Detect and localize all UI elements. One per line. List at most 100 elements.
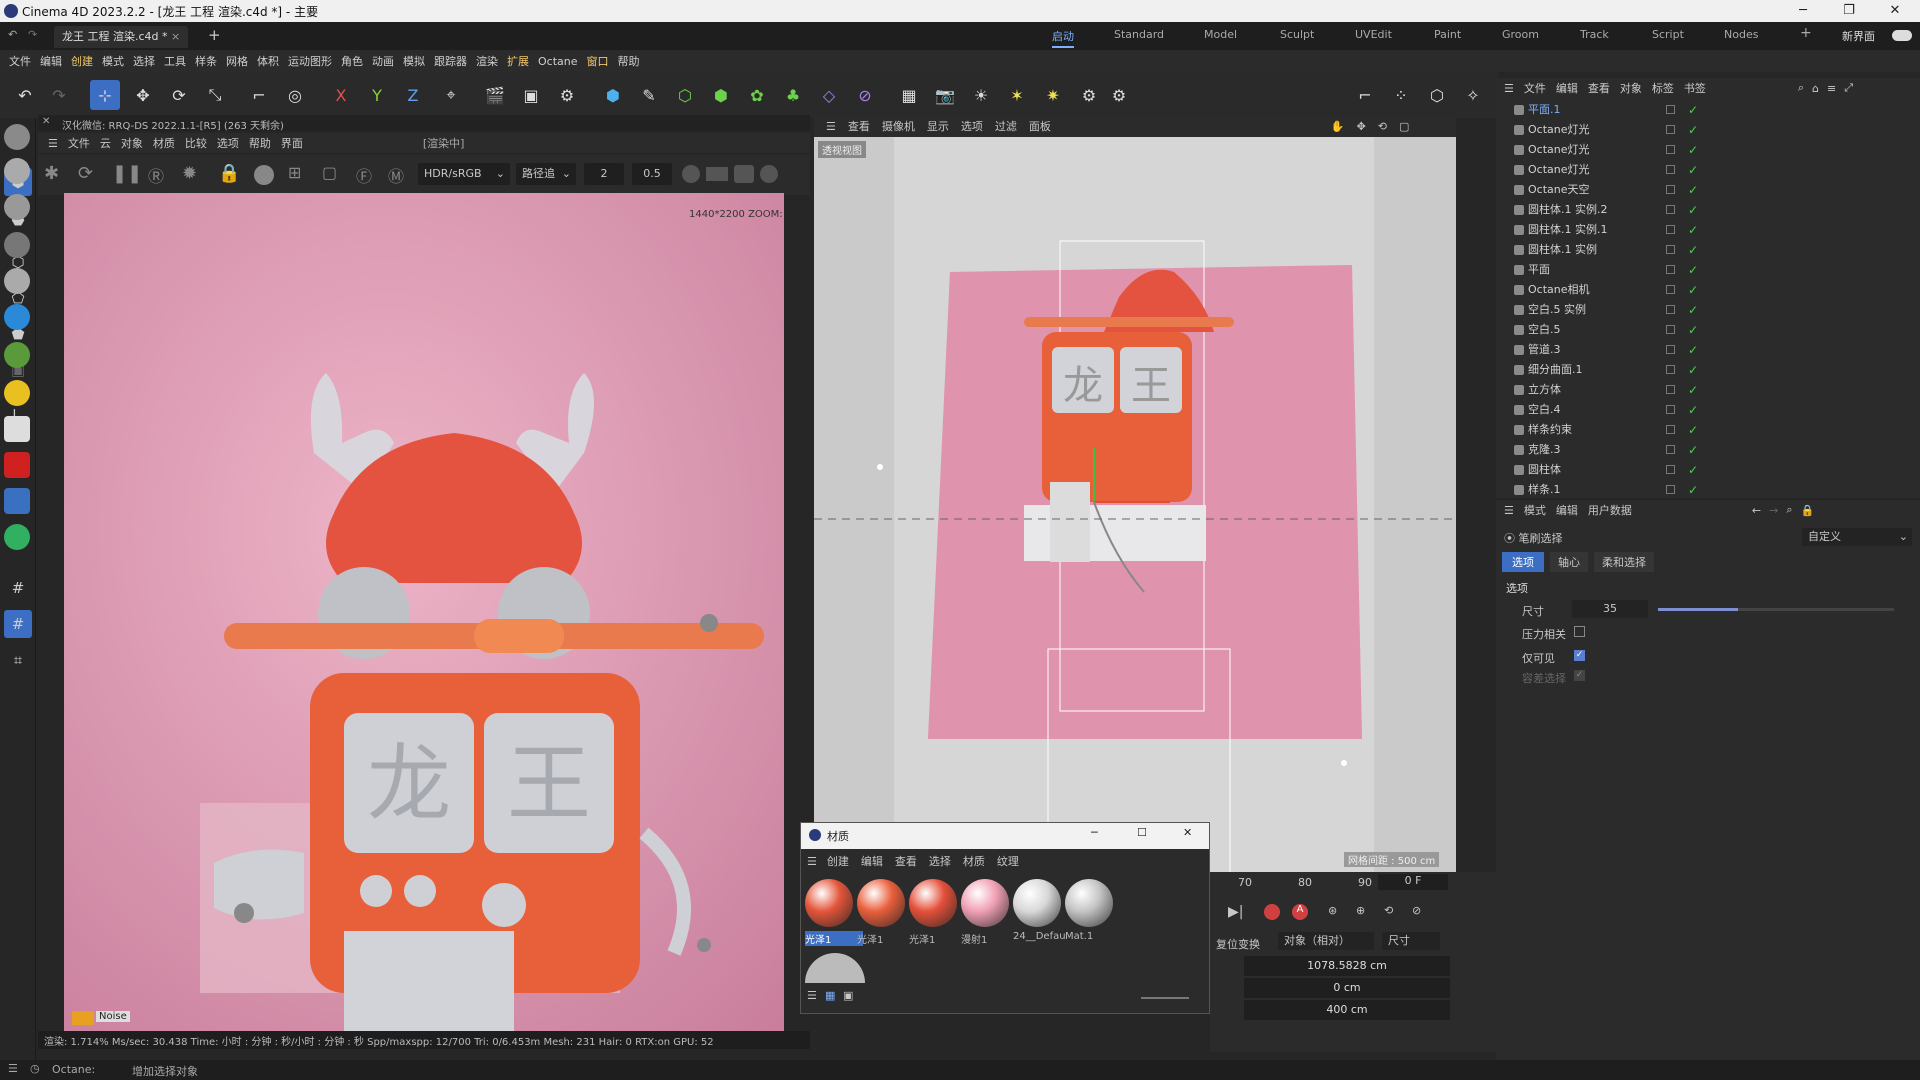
am-hamburger-icon[interactable]: ☰ <box>1504 504 1514 517</box>
tolerant-checkbox[interactable]: ✓ <box>1574 670 1585 681</box>
keyframe-icon[interactable]: ⊛ <box>1328 904 1337 917</box>
render-region-icon[interactable]: 🎬 <box>480 80 510 110</box>
mat-minimize-button[interactable]: ─ <box>1091 826 1098 839</box>
menu-octane[interactable]: Octane <box>538 55 578 68</box>
enabled-check-icon[interactable]: ✓ <box>1688 460 1698 480</box>
render-viewer-hamburger-icon[interactable]: ☰ <box>48 137 58 150</box>
option-icon-4[interactable] <box>760 165 778 183</box>
perspective-viewport[interactable]: 龙 王 透视视图 网格间距 : 500 cm <box>814 137 1456 872</box>
coord-mode-dropdown[interactable]: 对象（相对） <box>1278 932 1374 950</box>
status-menu-icon[interactable]: ☰ <box>8 1062 18 1075</box>
mat-hamburger-icon[interactable]: ☰ <box>807 855 817 868</box>
layout-tab-startup[interactable]: 启动 <box>1052 28 1074 48</box>
filter-m-icon[interactable]: Ⓜ <box>388 163 404 187</box>
mat-menu-select[interactable]: 选择 <box>929 853 951 869</box>
x-axis-toggle[interactable]: X <box>326 80 356 110</box>
coordinate-system-icon[interactable]: ⌐ <box>244 80 274 110</box>
enabled-check-icon[interactable]: ✓ <box>1688 200 1698 220</box>
field-icon[interactable]: ◇ <box>814 80 844 110</box>
visibility-toggle[interactable] <box>1666 325 1675 334</box>
record-icon[interactable] <box>1264 904 1280 920</box>
layout-tab-standard[interactable]: Standard <box>1114 28 1164 41</box>
object-row[interactable]: Octane灯光 ✓ <box>1496 160 1920 180</box>
value-a-field[interactable]: 2 <box>584 163 624 185</box>
edges-mode-icon[interactable]: ⬡ <box>1422 80 1452 110</box>
world-coords-icon[interactable]: ⌖ <box>436 80 466 110</box>
toggle-view-icon[interactable]: ▢ <box>1399 120 1409 133</box>
am-lock-icon[interactable]: 🔒 <box>1800 504 1814 517</box>
kernel-dropdown[interactable]: 路径追 ⌄ <box>516 163 576 185</box>
visibility-toggle[interactable] <box>1666 125 1675 134</box>
rv-menu-object[interactable]: 对象 <box>121 135 143 151</box>
object-row[interactable]: 样条约束 ✓ <box>1496 420 1920 440</box>
om-menu-view[interactable]: 查看 <box>1588 80 1610 96</box>
visibility-toggle[interactable] <box>1666 465 1675 474</box>
material-ball-partial[interactable] <box>805 953 865 983</box>
layout-tab-nodes[interactable]: Nodes <box>1724 28 1758 41</box>
am-back-icon[interactable]: ← <box>1752 504 1761 517</box>
maximize-button[interactable]: ❐ <box>1826 1 1872 21</box>
visibility-toggle[interactable] <box>1666 405 1675 414</box>
render-settings-gear-icon[interactable]: ✹ <box>182 163 197 184</box>
current-frame-field[interactable]: 0 F <box>1378 874 1448 890</box>
object-row[interactable]: 平面 ✓ <box>1496 260 1920 280</box>
menu-create[interactable]: 创建 <box>71 53 93 69</box>
size-slider-track[interactable] <box>1658 608 1894 611</box>
floor-icon[interactable]: ▦ <box>894 80 924 110</box>
object-row[interactable]: 圆柱体 ✓ <box>1496 460 1920 480</box>
visibility-toggle[interactable] <box>1666 265 1675 274</box>
filter-f-icon[interactable]: Ⓕ <box>356 163 372 187</box>
om-hamburger-icon[interactable]: ☰ <box>1504 82 1514 95</box>
visibility-toggle[interactable] <box>1666 285 1675 294</box>
visible-only-checkbox[interactable]: ✓ <box>1574 650 1585 661</box>
rotate-icon[interactable]: ⟳ <box>164 80 194 110</box>
am-search-icon[interactable]: ⌕ <box>1786 503 1792 517</box>
object-row[interactable]: 样条.1 ✓ <box>1496 480 1920 500</box>
undo-button[interactable]: ↶ <box>10 80 40 110</box>
viewport-hamburger-icon[interactable]: ☰ <box>826 120 836 133</box>
enabled-check-icon[interactable]: ✓ <box>1688 100 1698 120</box>
layout-tab-script[interactable]: Script <box>1652 28 1684 41</box>
am-menu-userdata[interactable]: 用户数据 <box>1588 502 1632 518</box>
cube-icon[interactable]: ⬢ <box>598 80 628 110</box>
object-row[interactable]: 圆柱体.1 实例.2 ✓ <box>1496 200 1920 220</box>
option-icon-2[interactable] <box>706 167 728 181</box>
object-row[interactable]: 圆柱体.1 实例 ✓ <box>1496 240 1920 260</box>
object-row[interactable]: 平面.1 ✓ <box>1496 100 1920 120</box>
rv-menu-help[interactable]: 帮助 <box>249 135 271 151</box>
sun-light-icon[interactable] <box>4 380 30 406</box>
render-settings-icon[interactable]: ⚙ <box>552 80 582 110</box>
menu-file[interactable]: 文件 <box>9 53 31 69</box>
tab-options[interactable]: 选项 <box>1502 552 1544 572</box>
render-view-icon[interactable]: ▣ <box>516 80 546 110</box>
cloner-icon[interactable]: ⬢ <box>706 80 736 110</box>
texture-icon[interactable] <box>4 342 30 368</box>
points-mode-icon[interactable]: ⁘ <box>1386 80 1416 110</box>
visibility-toggle[interactable] <box>1666 485 1675 494</box>
layout-tab-uvedit[interactable]: UVEdit <box>1355 28 1392 41</box>
menu-tools[interactable]: 工具 <box>164 53 186 69</box>
object-row[interactable]: 空白.5 实例 ✓ <box>1496 300 1920 320</box>
visibility-toggle[interactable] <box>1666 345 1675 354</box>
object-row[interactable]: 细分曲面.1 ✓ <box>1496 360 1920 380</box>
object-row[interactable]: 管道.3 ✓ <box>1496 340 1920 360</box>
visibility-toggle[interactable] <box>1666 185 1675 194</box>
menu-mode[interactable]: 模式 <box>102 53 124 69</box>
pan-view-icon[interactable]: ✋ <box>1331 120 1345 133</box>
scale-icon[interactable]: ⤡ <box>200 80 230 110</box>
om-menu-tags[interactable]: 标签 <box>1652 80 1674 96</box>
rotate-view-icon[interactable]: ⟲ <box>1378 120 1387 133</box>
subdivision-icon[interactable]: ⬡ <box>670 80 700 110</box>
grid-view-icon[interactable]: ▦ <box>825 989 835 1002</box>
object-row[interactable]: Octane灯光 ✓ <box>1496 140 1920 160</box>
mat-close-button[interactable]: ✕ <box>1183 826 1192 839</box>
y-axis-toggle[interactable]: Y <box>362 80 392 110</box>
enabled-check-icon[interactable]: ✓ <box>1688 280 1698 300</box>
object-row[interactable]: Octane灯光 ✓ <box>1496 120 1920 140</box>
menu-mesh[interactable]: 网格 <box>226 53 248 69</box>
object-row[interactable]: Octane天空 ✓ <box>1496 180 1920 200</box>
enabled-check-icon[interactable]: ✓ <box>1688 440 1698 460</box>
object-row[interactable]: Octane相机 ✓ <box>1496 280 1920 300</box>
object-row[interactable]: 空白.4 ✓ <box>1496 400 1920 420</box>
material-ball[interactable] <box>857 879 905 927</box>
